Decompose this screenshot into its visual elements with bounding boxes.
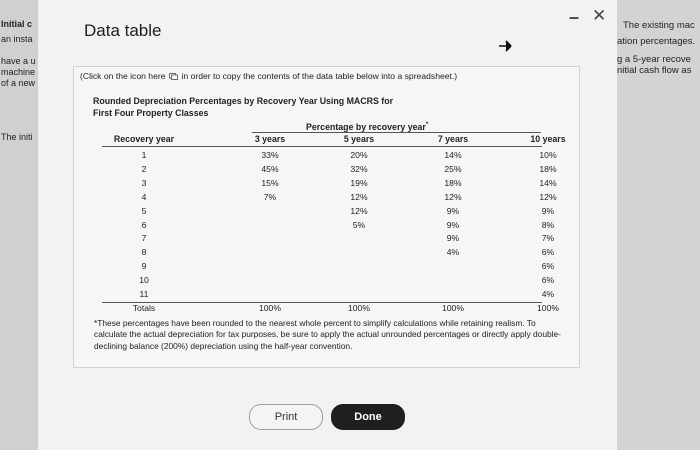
data-table-panel: (Click on the icon here in order to copy… (73, 66, 580, 368)
percentage-cell: 15% (261, 177, 279, 188)
recovery-year-cell: 3 (141, 177, 147, 188)
column-header: Recovery year (113, 134, 175, 144)
group-header: Percentage by recovery year* (306, 122, 428, 132)
close-icon[interactable]: ✕ (592, 6, 606, 26)
recovery-year-cell: 9 (141, 261, 147, 272)
done-button[interactable]: Done (331, 404, 405, 430)
recovery-year-cell: 6 (141, 219, 147, 230)
background-page-left: Initial c an insta have a u machine of a… (0, 0, 38, 450)
header-rule (102, 146, 542, 147)
recovery-year-cell: 1 (141, 150, 147, 160)
percentage-cell: 14% (444, 150, 462, 160)
bg-right-line: The existing mac (623, 20, 695, 31)
group-header-text: Percentage by recovery year (306, 122, 426, 132)
group-header-mark: * (425, 122, 429, 129)
recovery-year-cell: 7 (141, 233, 147, 244)
percentage-cell: 4% (541, 289, 555, 299)
data-table-dialog: Data table – ✕ (Click on the icon here i… (38, 0, 617, 450)
percentage-cell: 32% (350, 163, 368, 174)
totals-rule (102, 302, 542, 303)
bg-right-line: ation percentages. (617, 36, 696, 47)
percentage-cell: 18% (444, 177, 462, 188)
footnote: *These percentages have been rounded to … (94, 318, 561, 351)
percentage-cell: 20% (350, 150, 368, 160)
bg-left-line: have a u (1, 56, 36, 66)
bg-left-line: Initial c (1, 19, 33, 29)
bg-left-line: machine (1, 67, 36, 77)
percentage-cell: 10% (539, 150, 557, 160)
copy-icon[interactable] (168, 73, 178, 80)
bg-left-line: The initi (1, 132, 33, 142)
recovery-year-cell: 4 (141, 191, 147, 202)
dialog-title: Data table (84, 21, 162, 40)
recovery-year-cell: 2 (141, 163, 147, 174)
minimize-icon[interactable]: – (569, 7, 579, 28)
percentage-cell: 5% (352, 219, 366, 230)
group-header-rule (252, 132, 541, 133)
percentage-cell: 4% (446, 247, 460, 258)
recovery-year-cell: 8 (141, 247, 147, 258)
copy-instruction-before: (Click on the icon here (80, 71, 166, 81)
percentage-cell: 25% (444, 163, 462, 174)
percentage-cell: 12% (350, 205, 368, 216)
percentage-cell: 7% (541, 233, 555, 244)
copy-instruction-after: in order to copy the contents of the dat… (181, 71, 458, 81)
percentage-cell: 7% (263, 191, 277, 202)
percentage-cell: 33% (261, 150, 279, 160)
percentage-cell: 6% (541, 275, 555, 286)
percentage-cell: 6% (541, 261, 555, 272)
column-header: 10 years (530, 134, 566, 144)
column-header: 7 years (437, 134, 469, 144)
bg-left-line: an insta (1, 34, 33, 44)
percentage-cell: 45% (261, 163, 279, 174)
percentage-cell: 12% (350, 191, 368, 202)
recovery-year-cell: Totals (132, 303, 156, 313)
percentage-cell: 9% (446, 233, 460, 244)
percentage-cell: 6% (541, 247, 555, 258)
percentage-cell: 12% (444, 191, 462, 202)
background-page-right: The existing mac ation percentages. g a … (617, 0, 700, 450)
recovery-year-cell: 10 (139, 275, 149, 286)
print-button[interactable]: Print (249, 404, 323, 430)
percentage-cell: 100% (442, 303, 464, 313)
percentage-cell: 100% (348, 303, 370, 313)
recovery-year-cell: 11 (139, 289, 149, 299)
table-title: Rounded Depreciation Percentages by Reco… (93, 95, 453, 119)
table-title-line: First Four Property Classes (93, 108, 209, 118)
percentage-cell: 100% (537, 303, 559, 313)
table-title-line: Rounded Depreciation Percentages by Reco… (93, 96, 393, 106)
percentage-cell: 8% (541, 219, 555, 230)
copy-instruction: (Click on the icon here in order to copy… (80, 71, 457, 81)
column-header: 5 years (343, 134, 375, 144)
bg-left-line: of a new (1, 78, 36, 88)
percentage-cell: 18% (539, 163, 557, 174)
bg-right-line: nitial cash flow as (617, 65, 692, 76)
recovery-year-cell: 5 (141, 205, 147, 216)
percentage-cell: 100% (259, 303, 281, 313)
percentage-cell: 12% (539, 191, 557, 202)
percentage-cell: 19% (350, 177, 368, 188)
percentage-cell: 9% (541, 205, 555, 216)
percentage-cell: 9% (446, 205, 460, 216)
column-header: 3 years (254, 134, 286, 144)
percentage-cell: 14% (539, 177, 557, 188)
cursor-icon (499, 40, 512, 52)
percentage-cell: 9% (446, 219, 460, 230)
